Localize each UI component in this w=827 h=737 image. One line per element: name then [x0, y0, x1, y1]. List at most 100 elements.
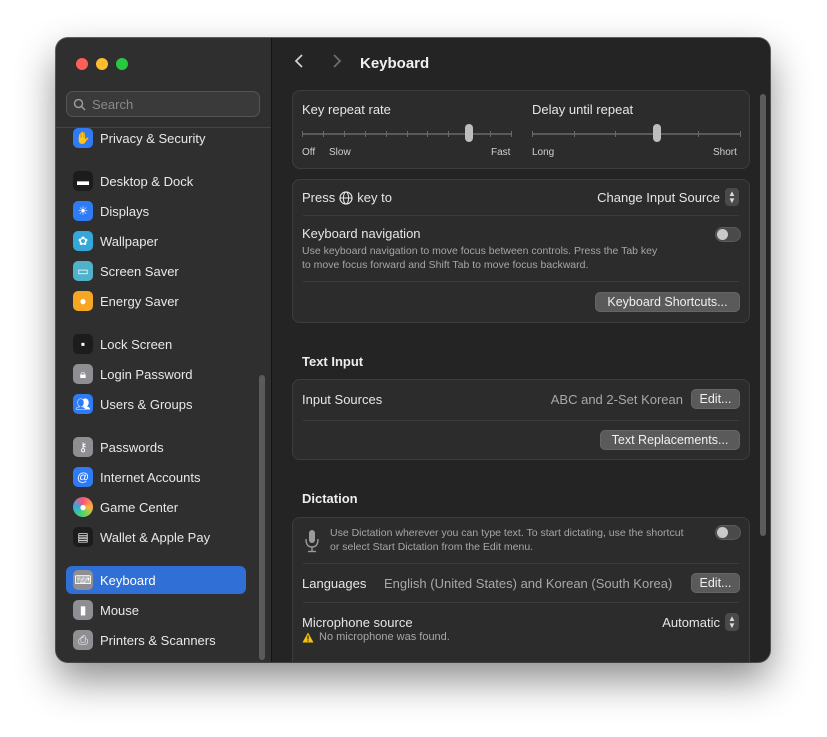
rate-off-label: Off	[302, 147, 316, 158]
keyboard-shortcuts-button[interactable]: Keyboard Shortcuts...	[595, 292, 740, 312]
sidebar-item-keyboard[interactable]: ⌨ Keyboard	[66, 566, 246, 594]
press-key-prefix: Press	[302, 190, 336, 205]
zoom-button[interactable]	[116, 58, 128, 70]
sidebar-item-label: Screen Saver	[100, 263, 179, 279]
rate-slider-tick	[323, 131, 324, 137]
rate-slider-tick	[511, 131, 512, 137]
row-divider	[303, 563, 739, 564]
sidebar-item-lock-screen[interactable]: ▪ Lock Screen	[66, 330, 246, 358]
page-title: Keyboard	[360, 55, 430, 72]
key-repeat-group: Key repeat rate Delay until repeat Off S…	[292, 90, 750, 169]
hand-icon: ✋	[73, 128, 93, 148]
languages-label: Languages	[302, 576, 367, 591]
row-divider	[303, 602, 739, 603]
rate-slider-tick	[407, 131, 408, 137]
row-divider	[303, 215, 739, 216]
search-input[interactable]	[90, 95, 244, 113]
window-controls	[76, 58, 128, 70]
rate-slider-tick	[365, 131, 366, 137]
lock-screen-icon: ▪	[73, 334, 93, 354]
press-key-value: Change Input Source	[597, 189, 720, 205]
press-key-suffix: key to	[357, 190, 392, 205]
microphone-warning-text: No microphone was found.	[319, 631, 450, 643]
keyboard-navigation-toggle[interactable]	[715, 227, 741, 242]
microphone-source-popup[interactable]: Automatic ▲ ▼	[662, 613, 739, 631]
press-key-popup[interactable]: Change Input Source ▲ ▼	[597, 188, 739, 206]
sun-icon: ☀	[73, 201, 93, 221]
sidebar-item-label: Login Password	[100, 366, 193, 382]
dictation-group: Use Dictation wherever you can type text…	[292, 517, 750, 662]
toggle-knob	[717, 229, 728, 240]
dictation-desc-2: or select Start Dictation from the Edit …	[330, 541, 534, 553]
input-sources-edit-button[interactable]: Edit...	[691, 389, 740, 409]
key-repeat-rate-slider[interactable]	[302, 124, 512, 144]
main-scrollbar[interactable]	[760, 94, 766, 536]
delay-until-repeat-slider[interactable]	[532, 124, 741, 144]
close-button[interactable]	[76, 58, 88, 70]
sidebar-item-passwords[interactable]: ⚷ Passwords	[66, 433, 246, 461]
delay-slider-tick	[698, 131, 699, 137]
keyboard-navigation-desc-1: Use keyboard navigation to move focus be…	[302, 245, 658, 257]
microphone-icon	[305, 530, 319, 553]
back-button[interactable]	[290, 53, 308, 73]
sidebar-item-users-groups[interactable]: 👥︎ Users & Groups	[66, 390, 246, 418]
rate-fast-label: Fast	[491, 147, 511, 158]
delay-long-label: Long	[532, 147, 555, 158]
sidebar-item-label: Wallpaper	[100, 233, 159, 249]
press-key-row: Press key to	[302, 190, 392, 205]
input-sources-value: ABC and 2-Set Korean	[550, 392, 683, 407]
wallet-icon: ▤	[73, 527, 93, 547]
dictation-desc-1: Use Dictation wherever you can type text…	[330, 527, 684, 539]
sidebar-item-label: Displays	[100, 203, 150, 219]
sidebar-item-label: Wallet & Apple Pay	[100, 529, 211, 545]
forward-button[interactable]	[328, 53, 346, 73]
chevron-left-icon	[294, 54, 303, 68]
dictation-toggle[interactable]	[715, 525, 741, 540]
delay-slider-track	[532, 133, 741, 135]
delay-slider-thumb[interactable]	[653, 124, 661, 142]
sidebar-item-wallet-apple-pay[interactable]: ▤ Wallet & Apple Pay	[66, 523, 246, 551]
toolbar: Keyboard	[272, 38, 770, 88]
keyboard-navigation-desc-2: to move focus forward and Shift Tab to m…	[302, 259, 589, 271]
sidebar-scrollbar[interactable]	[259, 375, 265, 660]
sidebar-item-displays[interactable]: ☀ Displays	[66, 197, 246, 225]
languages-edit-button[interactable]: Edit...	[691, 573, 740, 593]
sidebar-item-label: Users & Groups	[100, 396, 193, 412]
screensaver-icon: ▭	[73, 261, 93, 281]
updown-chevron-icon: ▲ ▼	[725, 188, 739, 206]
search-icon	[73, 98, 86, 111]
sidebar-item-label: Printers & Scanners	[100, 632, 216, 648]
sidebar-item-label: Game Center	[100, 499, 179, 515]
text-input-group: Input Sources ABC and 2-Set Korean Edit.…	[292, 379, 750, 460]
rate-slider-thumb[interactable]	[465, 124, 473, 142]
text-replacements-button[interactable]: Text Replacements...	[600, 430, 740, 450]
search-field[interactable]	[66, 91, 260, 117]
mouse-icon: ▮	[73, 600, 93, 620]
key-icon: ⚷	[73, 437, 93, 457]
sidebar-item-privacy-security[interactable]: ✋ Privacy & Security	[66, 124, 246, 152]
sidebar-item-label: Privacy & Security	[100, 130, 206, 146]
microphone-source-value: Automatic	[662, 614, 720, 630]
languages-value: English (United States) and Korean (Sout…	[384, 576, 673, 591]
rate-slider-tick	[344, 131, 345, 137]
sidebar-item-mouse[interactable]: ▮ Mouse	[66, 596, 246, 624]
sidebar-item-internet-accounts[interactable]: @ Internet Accounts	[66, 463, 246, 491]
sidebar-item-desktop-dock[interactable]: ▬ Desktop & Dock	[66, 167, 246, 195]
sidebar-item-label: Energy Saver	[100, 293, 179, 309]
rate-slider-tick	[386, 131, 387, 137]
input-sources-label: Input Sources	[302, 392, 383, 407]
game-center-icon: ●	[73, 497, 93, 517]
sidebar-item-wallpaper[interactable]: ✿ Wallpaper	[66, 227, 246, 255]
row-divider	[303, 420, 739, 421]
sidebar-item-screen-saver[interactable]: ▭ Screen Saver	[66, 257, 246, 285]
sidebar-item-printers-scanners[interactable]: ⎙ Printers & Scanners	[66, 626, 246, 654]
toggle-knob	[717, 527, 728, 538]
minimize-button[interactable]	[96, 58, 108, 70]
users-icon: 👥︎	[73, 394, 93, 414]
sidebar-item-login-password[interactable]: 🔒︎ Login Password	[66, 360, 246, 388]
keyboard-icon: ⌨	[73, 570, 93, 590]
at-icon: @	[73, 467, 93, 487]
sidebar-item-energy-saver[interactable]: ● Energy Saver	[66, 287, 246, 315]
sidebar-item-game-center[interactable]: ● Game Center	[66, 493, 246, 521]
main-pane: Keyboard Key repeat rate Delay until rep…	[272, 38, 770, 662]
